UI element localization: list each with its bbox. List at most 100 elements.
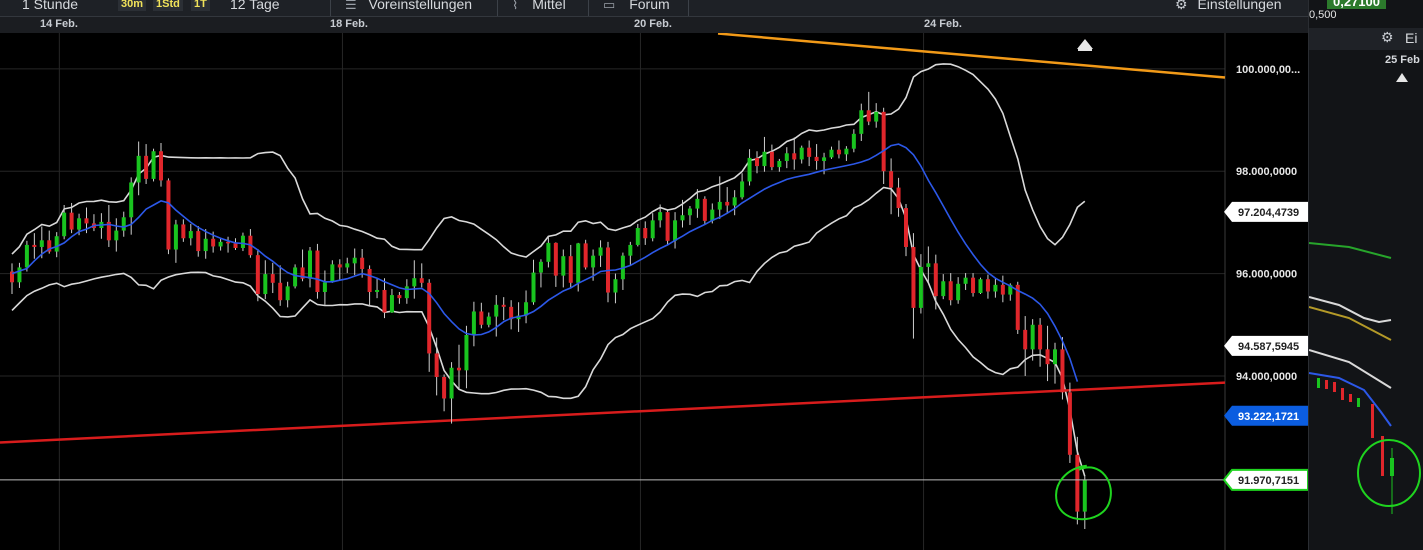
candle-body [1060,349,1065,393]
candle-body [181,224,186,239]
candle-body [799,147,804,160]
candle-body [829,149,834,158]
candle-body [628,244,633,256]
candle-body [1023,329,1028,350]
candle-body [881,111,886,172]
timeframe-30m-button[interactable]: 30m [118,0,147,11]
candle-body [173,224,178,250]
candle-body [255,255,260,295]
candle-body [471,311,476,336]
candle-body [732,197,737,206]
candle-body [263,274,268,295]
chart-icon: ⌇ [512,0,519,12]
timeframe-1std-button[interactable]: 1Std [153,0,183,11]
candle-body [814,156,819,161]
candle-body [479,311,484,325]
candle-body [218,241,223,247]
badge-label: 93.222,1721 [1238,411,1299,423]
candle-body [114,230,119,241]
indicators-label: Mittel [532,0,566,12]
secondary-orange-line [1309,306,1392,341]
candle-body [1030,324,1035,350]
candle-body [978,279,983,294]
price-badge: 93.222,1721 [1224,405,1308,426]
candle-body [665,212,670,241]
secondary-chart-panel: 0,27100 0,500 ⚙ Ei 25 Feb [1308,0,1423,550]
forum-label: Forum [629,0,670,12]
badge-label: 94.587,5945 [1238,341,1299,353]
candle-body [658,212,663,221]
candle-body [166,180,171,250]
candle-body [389,295,394,313]
badge-label: 97.204,4739 [1238,207,1299,219]
candle-body [598,247,603,256]
candle-body [971,277,976,294]
candle-body [673,220,678,241]
range-select[interactable]: 12 Tage [230,0,280,12]
candle-body [144,155,149,179]
candle-body [859,110,864,134]
candle-body [54,236,59,252]
candle-body [337,264,342,268]
price-chart[interactable]: 100.000,00... 98.000,0000 96.000,0000 94.00… [0,33,1308,550]
resistance-trendline [717,33,1226,79]
candle-body [1038,324,1043,350]
candle-body [568,256,573,283]
support-trendline [0,381,1226,444]
settings-label: Einstellungen [1197,0,1282,12]
candle-body [375,289,380,293]
candle-body [226,241,231,244]
candle-body [486,316,491,325]
settings-button[interactable]: ⚙ Einstellungen [1175,0,1282,13]
candle-body [62,212,67,237]
candle-body [315,250,320,293]
toolbar-divider [688,0,689,16]
preferences-button[interactable]: ☰ Voreinstellungen [345,0,472,13]
candle-body [1067,392,1072,455]
candle-body [807,147,812,157]
candle-body [308,250,312,279]
candle-body [851,133,856,149]
candle-body [680,215,685,221]
forum-button[interactable]: ▭ Forum [603,0,670,13]
home-marker-icon[interactable] [1396,73,1408,82]
candle-body [874,111,879,122]
candle-body [613,279,618,293]
timeframe-1t-button[interactable]: 1T [191,0,210,11]
price-axis: 100.000,00... 98.000,0000 96.000,0000 94.00… [1236,64,1300,383]
date-label: 18 Feb. [330,18,368,30]
candle-body [270,274,275,283]
candle-body [330,264,335,283]
sliders-icon: ☰ [345,0,357,12]
candle-body [404,286,409,299]
candle-body [203,238,208,252]
interval-select[interactable]: 1 Stunde [22,0,78,12]
candle-body [352,257,357,264]
candle-body [635,228,640,245]
secondary-green-line [1309,242,1392,259]
candle-body [24,244,29,268]
candle-body [546,242,551,262]
date-label: 24 Feb. [924,18,962,30]
candle-body [322,282,327,293]
candle-body [591,255,596,268]
candle-body [449,367,454,399]
candle-body [702,198,707,221]
candle-body [553,242,558,276]
candle-body [576,243,581,283]
candle-body [687,208,692,216]
price-tick-label: 98.000,0000 [1236,166,1297,178]
candle-body [293,267,298,287]
candle-body [211,238,216,247]
candle-body [784,153,789,161]
price-tick-label: 94.000,0000 [1236,371,1297,383]
indicators-button[interactable]: ⌇ Mittel [512,0,566,13]
home-marker-icon[interactable] [1077,39,1093,51]
candle-body [889,171,894,188]
price-badge: 91.970,7151 [1222,468,1308,491]
toolbar-divider [330,0,331,16]
gear-icon: ⚙ [1175,0,1188,12]
candle-body [457,367,461,371]
candle-body [792,153,797,160]
candle-body [360,257,365,269]
